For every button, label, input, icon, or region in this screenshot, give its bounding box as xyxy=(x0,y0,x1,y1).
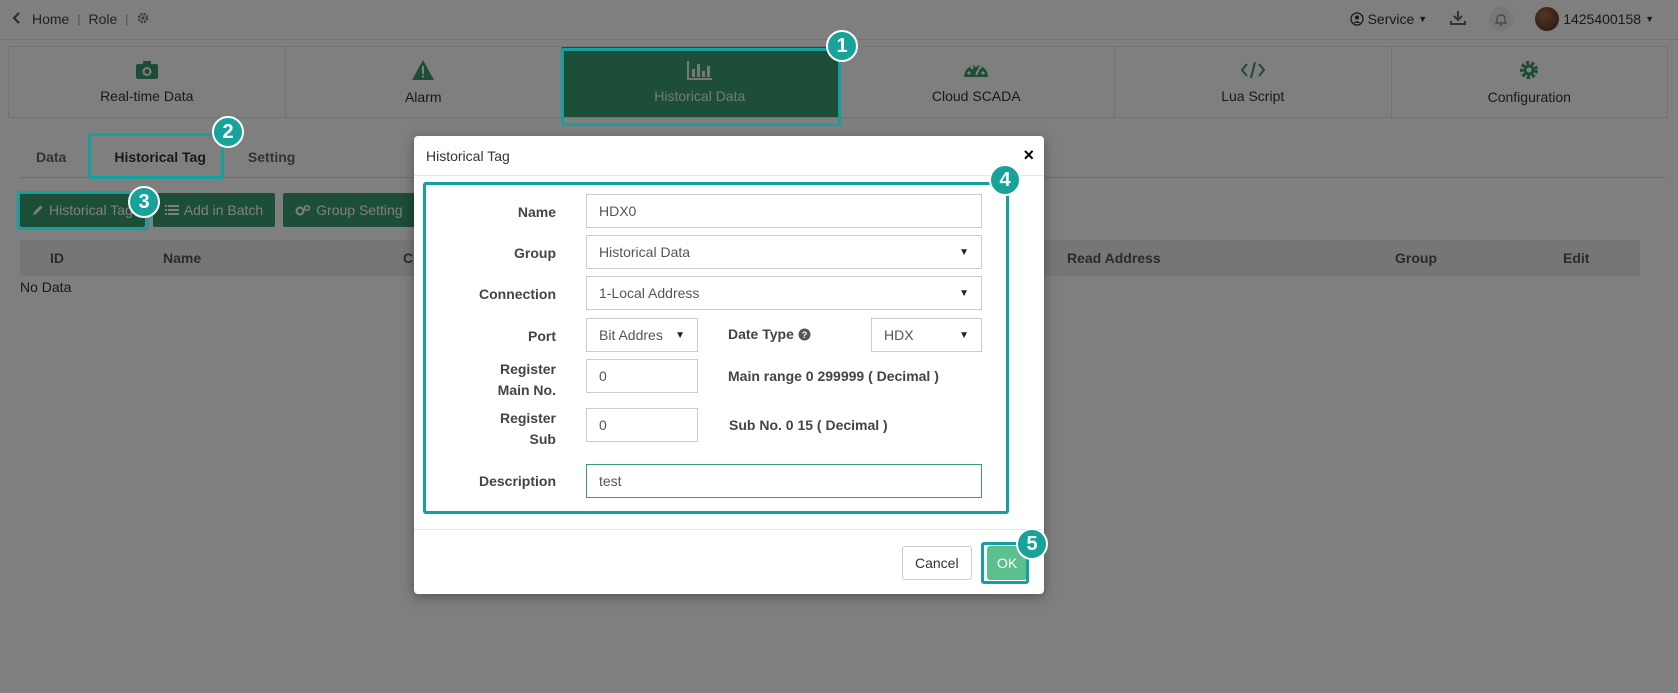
dialog-title: Historical Tag xyxy=(426,148,510,164)
highlight-form-fields xyxy=(423,182,1009,514)
highlight-historical-data-module xyxy=(561,48,841,126)
dialog-footer: Cancel OK xyxy=(414,529,1044,594)
cancel-button[interactable]: Cancel xyxy=(902,546,972,580)
callout-badge-4: 4 xyxy=(989,164,1021,196)
callout-badge-3: 3 xyxy=(128,186,160,218)
highlight-historical-tag-tab xyxy=(88,133,224,179)
close-icon[interactable]: × xyxy=(1023,146,1034,164)
dialog-header: Historical Tag × xyxy=(414,136,1044,176)
callout-badge-1: 1 xyxy=(826,30,858,62)
callout-badge-5: 5 xyxy=(1016,528,1048,560)
callout-badge-2: 2 xyxy=(212,116,244,148)
